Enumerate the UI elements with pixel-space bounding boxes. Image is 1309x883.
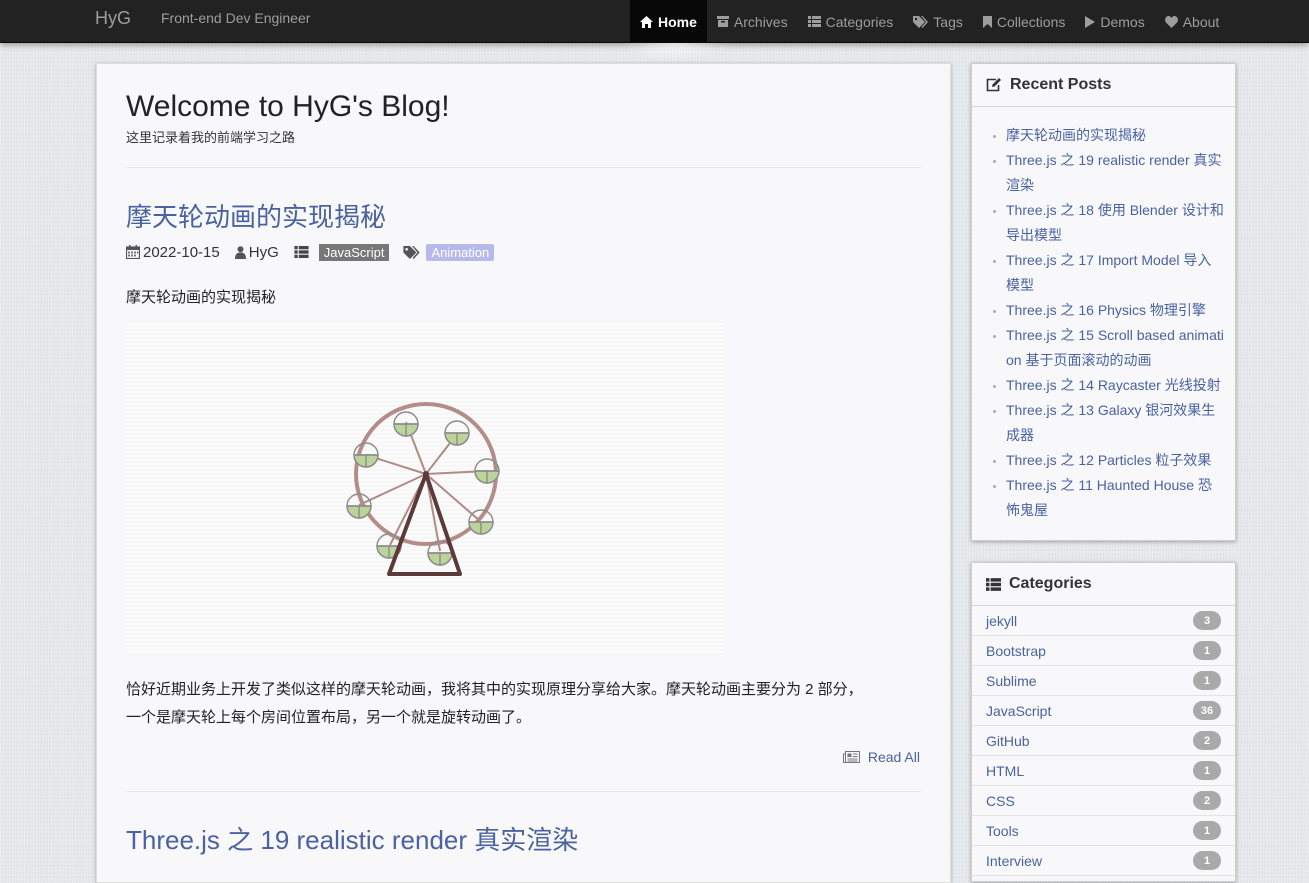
category-count-badge: 3 [1193,611,1221,630]
blog-title: Welcome to HyG's Blog! [126,90,450,123]
category-name: Tools [986,822,1019,839]
post-body: 恰好近期业务上开发了类似这样的摩天轮动画，我将其中的实现原理分享给大家。摩天轮动… [126,676,926,732]
recent-posts-list: 摩天轮动画的实现揭秘 Three.js 之 19 realistic rende… [972,107,1235,540]
nav-active-glow [620,43,730,61]
post-meta: 2022-10-15 HyG JavaScript Animation [126,242,495,262]
nav-about-label: About [1182,13,1220,30]
post-body-line-1: 恰好近期业务上开发了类似这样的摩天轮动画，我将其中的实现原理分享给大家。摩天轮动… [126,681,863,698]
user-icon [234,245,246,259]
category-name: HTML [986,762,1025,779]
category-item-css[interactable]: CSS 2 [972,786,1235,816]
nav-collections-label: Collections [996,13,1066,30]
recent-post-item[interactable]: Three.js 之 11 Haunted House 恐怖鬼屋 [1006,473,1225,523]
category-item-github[interactable]: GitHub 2 [972,726,1235,756]
home-icon [640,15,653,28]
post-date-text: 2022-10-15 [143,243,220,261]
ferris-wheel-image [126,323,726,653]
recent-post-item[interactable]: Three.js 之 17 Import Model 导入模型 [1006,248,1225,298]
site-tagline: Front-end Dev Engineer [161,10,311,26]
nav-tags-label: Tags [933,13,963,30]
recent-post-item[interactable]: 摩天轮动画的实现揭秘 [1006,123,1225,148]
category-count-badge: 36 [1193,701,1221,720]
main-nav: Home Archives Categories Tags Collection… [630,0,1229,43]
list-icon [294,246,309,258]
nav-home-label: Home [658,13,697,30]
category-item-jekyll[interactable]: jekyll 3 [972,606,1235,636]
categories-panel: Categories jekyll 3 Bootstrap 1 Sublime 1 J… [971,562,1236,882]
category-item-sublime[interactable]: Sublime 1 [972,666,1235,696]
calendar-icon [126,245,140,259]
nav-demos[interactable]: Demos [1075,0,1154,43]
play-icon [1085,15,1096,28]
tags-icon [913,15,929,28]
post-excerpt: 摩天轮动画的实现揭秘 [126,289,277,306]
category-count-badge: 1 [1193,671,1221,690]
recent-posts-panel: Recent Posts 摩天轮动画的实现揭秘 Three.js 之 19 re… [971,63,1236,541]
category-count-badge: 1 [1193,851,1221,870]
recent-post-item[interactable]: Three.js 之 19 realistic render 真实渲染 [1006,148,1225,198]
nav-home[interactable]: Home [630,0,707,43]
category-name: Sublime [986,672,1037,689]
post-category-tag[interactable]: JavaScript [318,243,390,261]
post-date: 2022-10-15 [126,244,220,261]
blog-subtitle: 这里记录着我的前端学习之路 [126,130,296,145]
category-item-html[interactable]: HTML 1 [972,756,1235,786]
site-brand[interactable]: HyG [95,8,131,29]
category-item-interview[interactable]: Interview 1 [972,846,1235,876]
top-navbar: HyG Front-end Dev Engineer Home Archives… [0,0,1309,43]
category-name: Interview [986,852,1043,869]
ferris-wheel-illustration [346,402,500,576]
recent-post-item[interactable]: Three.js 之 12 Particles 粒子效果 [1006,448,1225,473]
category-item-bootstrap[interactable]: Bootstrap 1 [972,636,1235,666]
post-divider [126,791,921,792]
nav-about[interactable]: About [1155,0,1230,43]
post-body-line-2: 一个是摩天轮上每个房间位置布局，另一个就是旋转动画了。 [126,709,532,726]
category-count-badge: 1 [1193,641,1221,660]
post-tag-animation[interactable]: Animation [426,243,495,261]
category-name: GitHub [986,732,1030,749]
category-item-tools[interactable]: Tools 1 [972,816,1235,846]
category-name: jekyll [986,612,1018,629]
list-icon [807,16,821,27]
category-count-badge: 2 [1193,791,1221,810]
nav-demos-label: Demos [1100,13,1145,30]
tags-icon [403,245,421,259]
categories-header: Categories [972,563,1235,606]
post-author: HyG [234,243,279,261]
post-title[interactable]: 摩天轮动画的实现揭秘 [126,197,386,234]
post-author-text: HyG [248,243,279,261]
category-count-badge: 1 [1193,821,1221,840]
category-name: Bootstrap [986,642,1046,659]
nav-collections[interactable]: Collections [973,0,1075,43]
header-divider [126,167,921,168]
nav-archives-label: Archives [733,13,788,30]
archive-icon [716,16,729,27]
newspaper-icon [842,751,860,763]
category-item-javascript[interactable]: JavaScript 36 [972,696,1235,726]
main-content: Welcome to HyG's Blog! 这里记录着我的前端学习之路 摩天轮… [96,63,951,883]
recent-post-item[interactable]: Three.js 之 13 Galaxy 银河效果生成器 [1006,398,1225,448]
nav-categories-label: Categories [825,13,894,30]
nav-tags[interactable]: Tags [903,0,973,43]
heart-icon [1164,15,1178,28]
recent-post-item[interactable]: Three.js 之 14 Raycaster 光线投射 [1006,373,1225,398]
read-all-link[interactable]: Read All [842,749,920,765]
nav-archives[interactable]: Archives [707,0,798,43]
recent-post-item[interactable]: Three.js 之 18 使用 Blender 设计和导出模型 [1006,198,1225,248]
recent-post-item[interactable]: Three.js 之 15 Scroll based animation 基于页… [1006,323,1225,373]
category-count-badge: 2 [1193,731,1221,750]
recent-posts-header: Recent Posts [972,64,1235,107]
list-icon [986,577,1001,591]
category-count-badge: 1 [1193,761,1221,780]
categories-title: Categories [1009,575,1092,592]
recent-posts-title: Recent Posts [1010,76,1112,93]
category-name: JavaScript [986,702,1052,719]
bookmark-icon [982,15,992,28]
edit-icon [986,78,1001,92]
recent-post-item[interactable]: Three.js 之 16 Physics 物理引擎 [1006,298,1225,323]
read-all-label: Read All [867,749,920,765]
next-post-title[interactable]: Three.js 之 19 realistic render 真实渲染 [126,820,578,857]
nav-categories[interactable]: Categories [798,0,904,43]
category-name: CSS [986,792,1015,809]
